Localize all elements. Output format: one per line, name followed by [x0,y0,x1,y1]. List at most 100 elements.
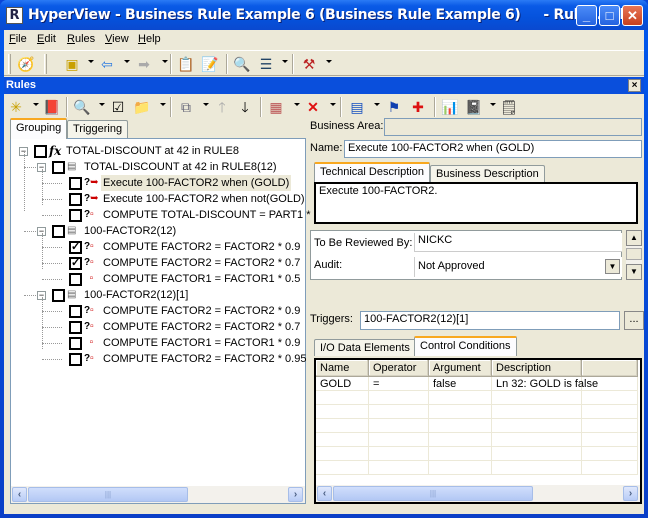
table-cell[interactable] [582,419,638,433]
checked-checkbox[interactable]: ✓ [69,257,82,270]
unchecked-checkbox[interactable] [69,193,82,206]
scroll-down-arrow-icon[interactable]: ▼ [626,264,642,280]
tree-node-label[interactable]: 100-FACTOR2(12) [82,223,178,239]
table-cell[interactable] [582,461,638,475]
table-cell[interactable] [316,433,369,447]
back-arrow-icon[interactable]: ⇦ [97,54,117,74]
menu-rules[interactable]: Rules [67,33,95,45]
table-cell[interactable] [369,433,429,447]
menu-file[interactable]: File [9,33,27,45]
column-header[interactable]: Operator [369,360,429,377]
tab-technical-description[interactable]: Technical Description [314,162,430,182]
table-cell[interactable] [582,377,638,391]
table-cell[interactable]: = [369,377,429,391]
delete-icon[interactable]: ✕ [303,97,323,117]
scroll-thumb[interactable]: ||| [28,487,188,502]
table-cell[interactable] [492,391,582,405]
tree-node-label[interactable]: COMPUTE FACTOR2 = FACTOR2 * 0.9 [101,303,302,319]
tree-node[interactable]: ?▫ COMPUTE TOTAL-DISCOUNT = PART1 * [11,207,311,223]
business-area-field[interactable] [384,118,642,136]
unchecked-checkbox[interactable] [69,321,82,334]
unchecked-checkbox[interactable] [69,353,82,366]
tree-node-label[interactable]: Execute 100-FACTOR2 when not(GOLD) [101,191,307,207]
tree-node[interactable]: − ▤ TOTAL-DISCOUNT at 42 in RULE8(12) [11,159,301,175]
column-header[interactable]: Argument [429,360,492,377]
table-cell[interactable] [492,405,582,419]
tools-icon[interactable]: ⚒ [299,54,319,74]
unchecked-checkbox[interactable] [69,305,82,318]
folder-icon[interactable]: 📁 [132,97,152,117]
tree-node-label[interactable]: COMPUTE FACTOR1 = FACTOR1 * 0.5 [101,271,302,287]
tab-business-description[interactable]: Business Description [430,165,545,182]
table-cell[interactable]: Ln 32: GOLD is false [492,377,598,391]
tree-node[interactable]: ?▫ COMPUTE FACTOR2 = FACTOR2 * 0.95 [11,351,306,367]
flag-icon[interactable]: ⚑ [384,97,404,117]
unchecked-checkbox[interactable] [69,209,82,222]
title-bar[interactable]: R HyperView - Business Rule Example 6 (B… [0,0,648,30]
dropdown-arrow-icon[interactable] [99,103,105,106]
tree-node-label[interactable]: Execute 100-FACTOR2 when (GOLD) [101,175,292,191]
tree-node-label[interactable]: TOTAL-DISCOUNT at 42 in RULE8 [64,143,241,159]
unchecked-checkbox[interactable] [69,337,82,350]
tree-node[interactable]: ?▫ COMPUTE FACTOR2 = FACTOR2 * 0.9 [11,303,301,319]
scroll-left-arrow-icon[interactable]: ‹ [12,487,27,502]
table-cell[interactable] [369,419,429,433]
table-cell[interactable] [582,447,638,461]
dropdown-arrow-icon[interactable] [374,103,380,106]
dropdown-arrow-icon[interactable] [33,103,39,106]
menu-view[interactable]: View [105,33,129,45]
table-cell[interactable]: false [429,377,492,391]
table-cell[interactable] [429,419,492,433]
tree-node[interactable]: ?➥ Execute 100-FACTOR2 when not(GOLD) [11,191,305,207]
tree-node-label[interactable]: COMPUTE FACTOR1 = FACTOR1 * 0.9 [101,335,302,351]
add-red-icon[interactable]: ✚ [408,97,428,117]
tab-grouping[interactable]: Grouping [10,118,68,139]
tree-node-label[interactable]: TOTAL-DISCOUNT at 42 in RULE8(12) [82,159,279,175]
tree-node[interactable]: ✓ ?▫ COMPUTE FACTOR2 = FACTOR2 * 0.9 [11,239,301,255]
table-cell[interactable] [429,447,492,461]
dropdown-arrow-icon[interactable] [326,60,332,63]
forward-arrow-icon[interactable]: ➡ [134,54,154,74]
dropdown-arrow-icon[interactable] [490,103,496,106]
unchecked-checkbox[interactable] [69,273,82,286]
package-up-icon[interactable]: ▣ [62,54,82,74]
table-cell[interactable] [316,447,369,461]
tree-node-label[interactable]: COMPUTE TOTAL-DISCOUNT = PART1 * [101,207,313,223]
table-cell[interactable] [429,461,492,475]
tree-node[interactable]: ?➥ Execute 100-FACTOR2 when (GOLD) [11,175,301,191]
tree-horizontal-scrollbar[interactable]: ‹ ||| › [11,486,305,503]
unchecked-checkbox[interactable] [69,177,82,190]
menu-help[interactable]: Help [138,33,161,45]
triggers-browse-button[interactable]: ... [624,311,644,330]
tree-node-label[interactable]: 100-FACTOR2(12)[1] [82,287,190,303]
find-rule-icon[interactable]: 🔍 [72,97,92,117]
maximize-button[interactable]: □ [599,5,620,26]
tree-node-label[interactable]: COMPUTE FACTOR2 = FACTOR2 * 0.9 [101,239,302,255]
column-header[interactable]: Name [316,360,369,377]
rules-tree[interactable]: − fx TOTAL-DISCOUNT at 42 in RULE8− ▤ TOTAL-… [10,138,311,504]
table-cell[interactable] [492,461,582,475]
tree-node[interactable]: − ▤ 100-FACTOR2(12) [11,223,301,239]
properties-vertical-scrollbar[interactable]: ▲ ▼ [626,230,642,280]
tab-control-conditions[interactable]: Control Conditions [414,336,517,356]
dropdown-arrow-icon[interactable] [203,103,209,106]
tree-node[interactable]: − fx TOTAL-DISCOUNT at 42 in RULE8 [11,143,301,159]
properties-icon[interactable]: 📋 [176,54,196,74]
table-cell[interactable] [369,447,429,461]
tab-io-data-elements[interactable]: I/O Data Elements [314,339,416,356]
tree-node[interactable]: − ▤ 100-FACTOR2(12)[1] [11,287,301,303]
scroll-thumb[interactable] [626,248,642,260]
move-down-icon[interactable]: 🡓 [235,97,255,117]
minimize-button[interactable]: _ [576,5,597,26]
compass-icon[interactable]: 🧭 [16,54,36,74]
list-icon[interactable]: ☰ [256,54,276,74]
dropdown-arrow-icon[interactable] [282,60,288,63]
table-cell[interactable] [582,433,638,447]
reviewed-by-field[interactable]: NICKC [414,233,622,252]
column-header[interactable]: Description [492,360,582,377]
dropdown-arrow-icon[interactable] [88,60,94,63]
table-cell[interactable] [429,405,492,419]
table-cell[interactable] [492,447,582,461]
checked-checkbox[interactable]: ✓ [69,241,82,254]
scroll-left-arrow-icon[interactable]: ‹ [317,486,332,501]
